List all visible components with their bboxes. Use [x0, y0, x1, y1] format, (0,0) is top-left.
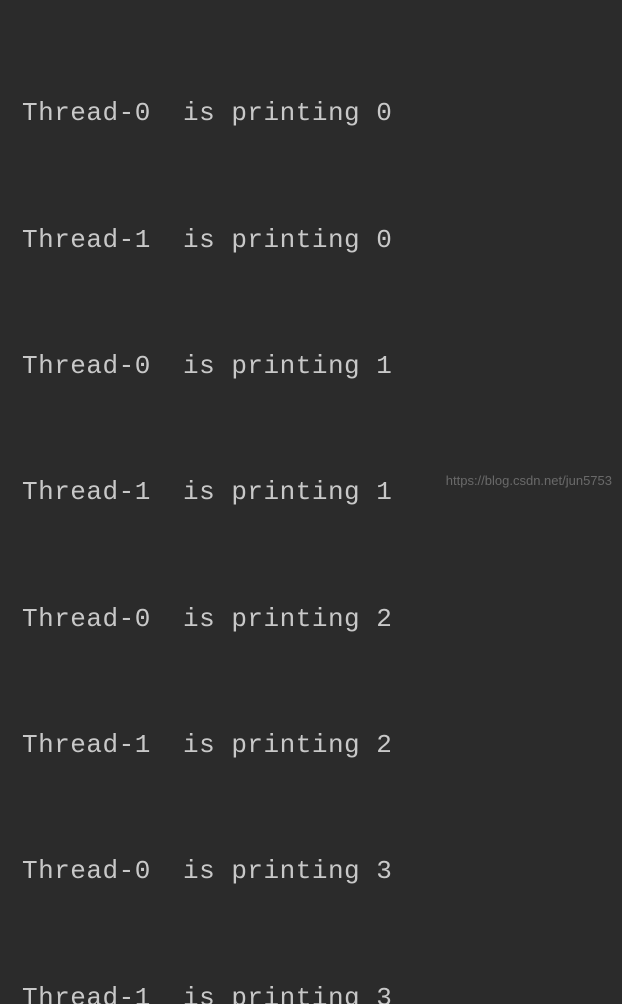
output-line: Thread-0 is printing 1: [22, 345, 622, 387]
output-line: Thread-0 is printing 0: [22, 92, 622, 134]
output-line: Thread-1 is printing 2: [22, 724, 622, 766]
output-line: Thread-0 is printing 3: [22, 850, 622, 892]
output-line: Thread-0 is printing 2: [22, 598, 622, 640]
watermark-text: https://blog.csdn.net/jun5753: [446, 473, 612, 488]
output-line: Thread-1 is printing 3: [22, 977, 622, 1004]
console-output: Thread-0 is printing 0 Thread-1 is print…: [0, 0, 622, 1004]
output-line: Thread-1 is printing 0: [22, 219, 622, 261]
